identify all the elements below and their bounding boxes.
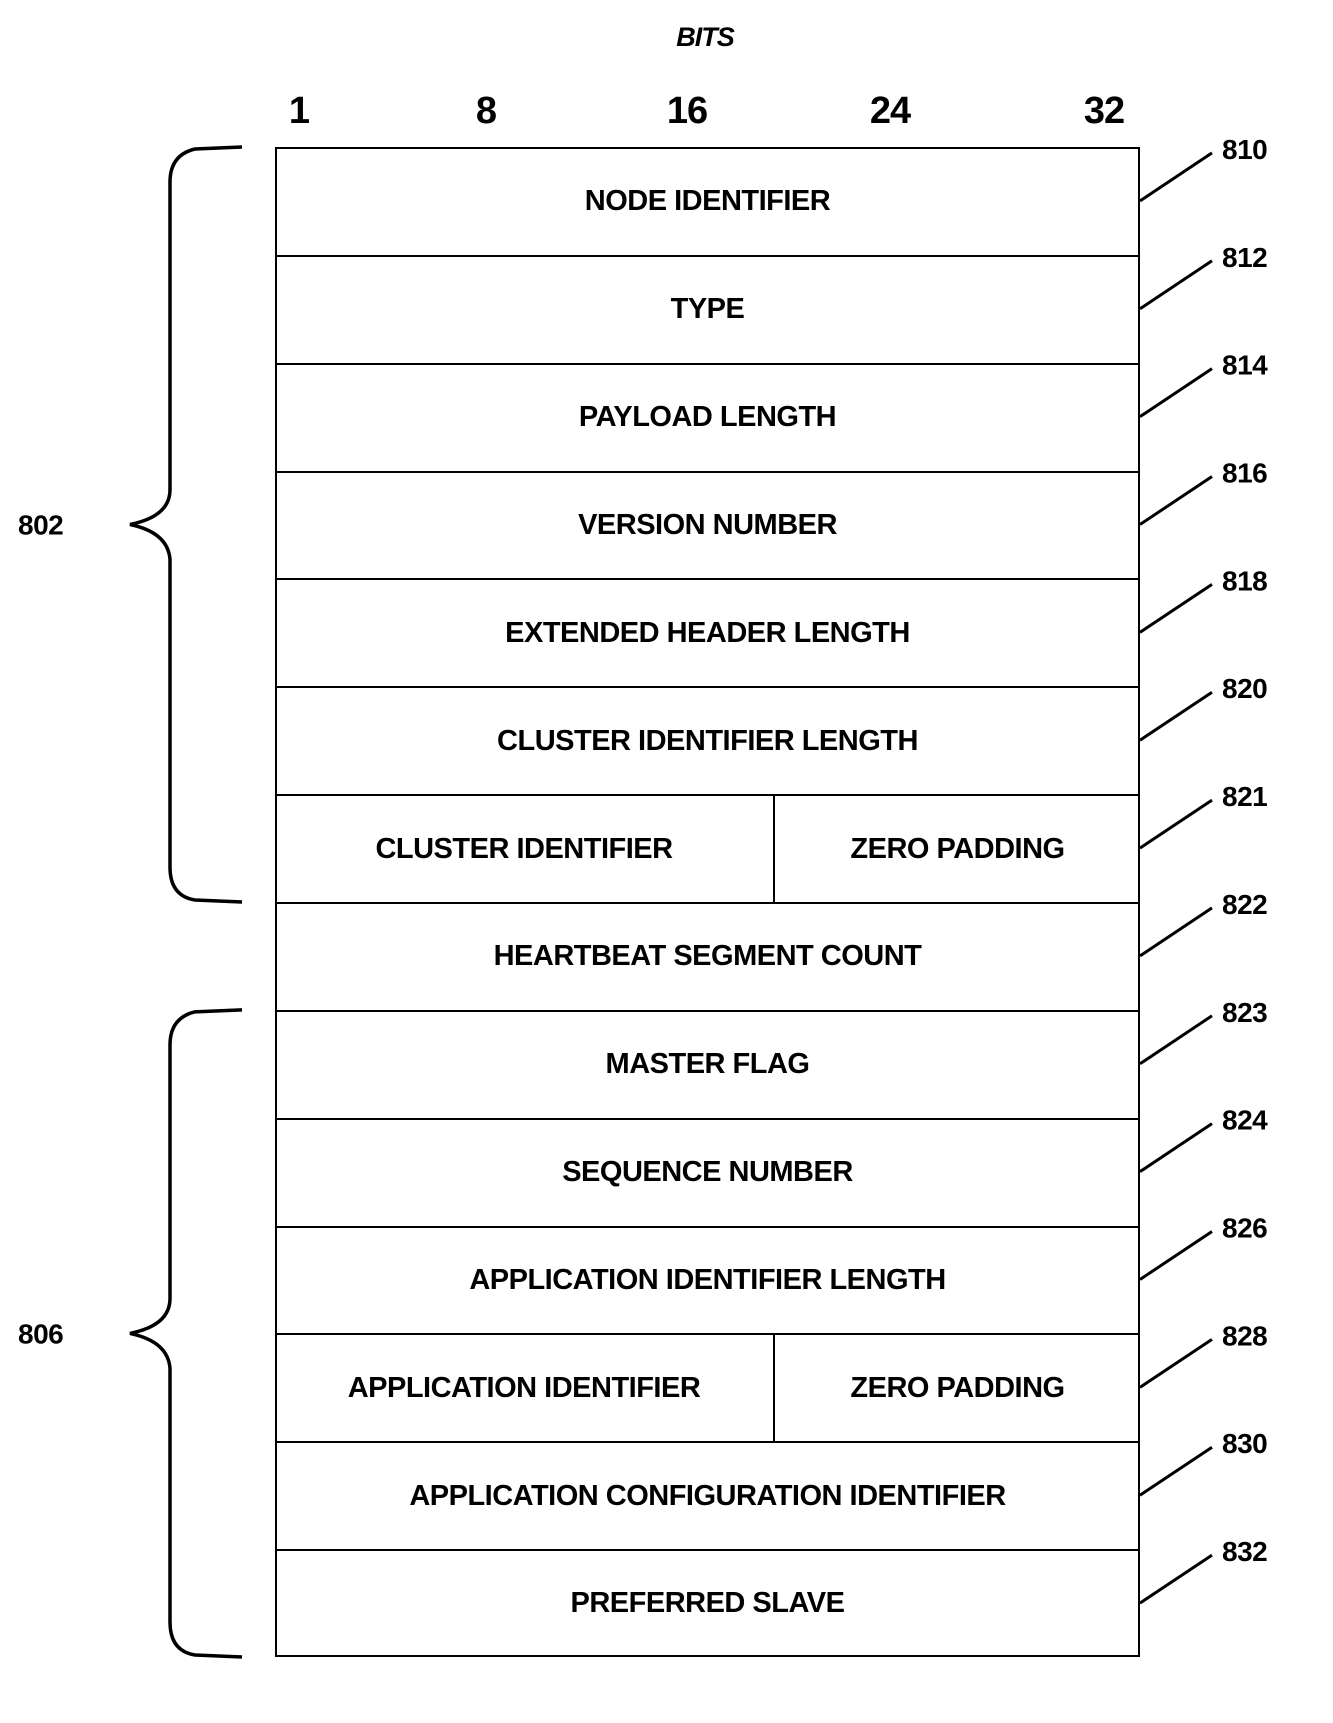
reference-label-826: 826: [1222, 1213, 1267, 1244]
reference-label-810: 810: [1222, 134, 1267, 165]
leader-line-810: [1139, 151, 1213, 203]
reference-label-820: 820: [1222, 673, 1267, 704]
reference-label-812: 812: [1222, 242, 1267, 273]
leader-line-830: [1139, 1445, 1213, 1497]
leader-line-824: [1139, 1122, 1213, 1173]
leader-line-826: [1139, 1230, 1213, 1281]
reference-label-824: 824: [1222, 1105, 1268, 1136]
reference-label-828: 828: [1222, 1320, 1267, 1351]
leader-line-820: [1139, 690, 1213, 742]
group-brace-806: [129, 1008, 243, 1659]
reference-label-816: 816: [1222, 458, 1267, 489]
reference-label-821: 821: [1222, 781, 1267, 812]
leader-line-832: [1139, 1553, 1213, 1605]
reference-label-830: 830: [1222, 1428, 1267, 1459]
leader-line-814: [1139, 367, 1213, 418]
group-brace-802: [129, 145, 243, 904]
reference-label-832: 832: [1222, 1536, 1267, 1567]
leader-line-828: [1139, 1338, 1213, 1389]
reference-label-818: 818: [1222, 565, 1267, 596]
leader-line-821: [1139, 798, 1213, 850]
leader-line-822: [1139, 906, 1213, 958]
reference-label-814: 814: [1222, 350, 1268, 381]
leader-line-816: [1139, 475, 1213, 526]
leader-line-812: [1139, 259, 1213, 311]
leader-line-823: [1139, 1014, 1213, 1066]
leader-line-818: [1139, 583, 1213, 634]
reference-label-823: 823: [1222, 997, 1267, 1028]
group-label-806: 806: [18, 1318, 63, 1349]
annotation-layer: 810 812 814 816 818 820 821 822 823 824 826 828 830 8…: [18, 134, 1269, 1659]
reference-label-822: 822: [1222, 889, 1267, 920]
group-label-802: 802: [18, 510, 63, 541]
